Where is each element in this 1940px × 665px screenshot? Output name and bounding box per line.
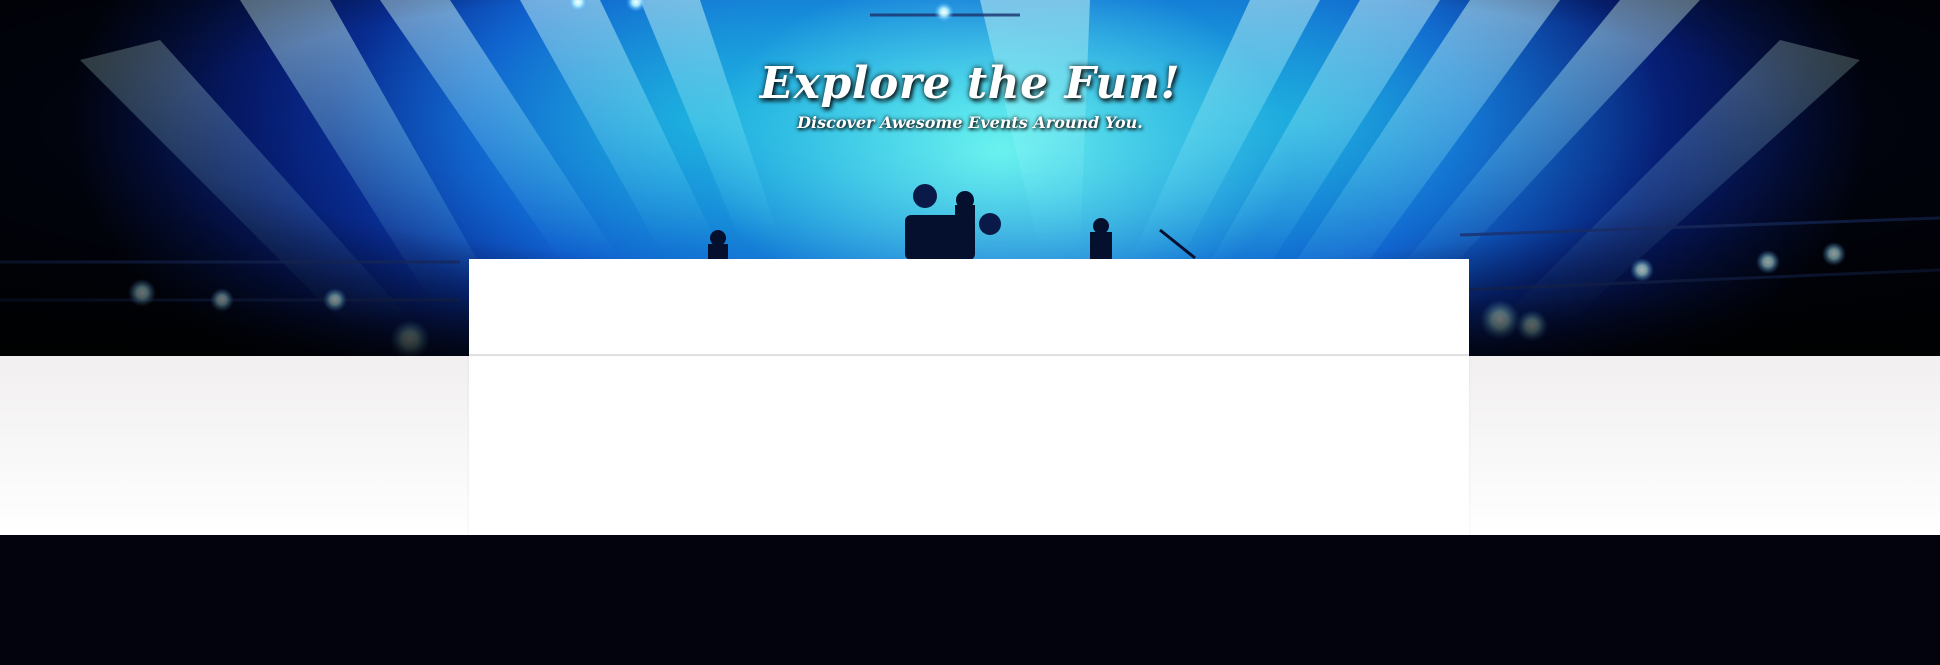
page: Explore the Fun! Discover Awesome Events… <box>0 0 1940 665</box>
footer <box>0 535 1940 665</box>
hero-subtitle: Discover Awesome Events Around You. <box>797 113 1143 132</box>
content-card-body <box>469 356 1469 535</box>
hero-title: Explore the Fun! <box>759 58 1181 109</box>
content-card-header <box>469 259 1469 356</box>
